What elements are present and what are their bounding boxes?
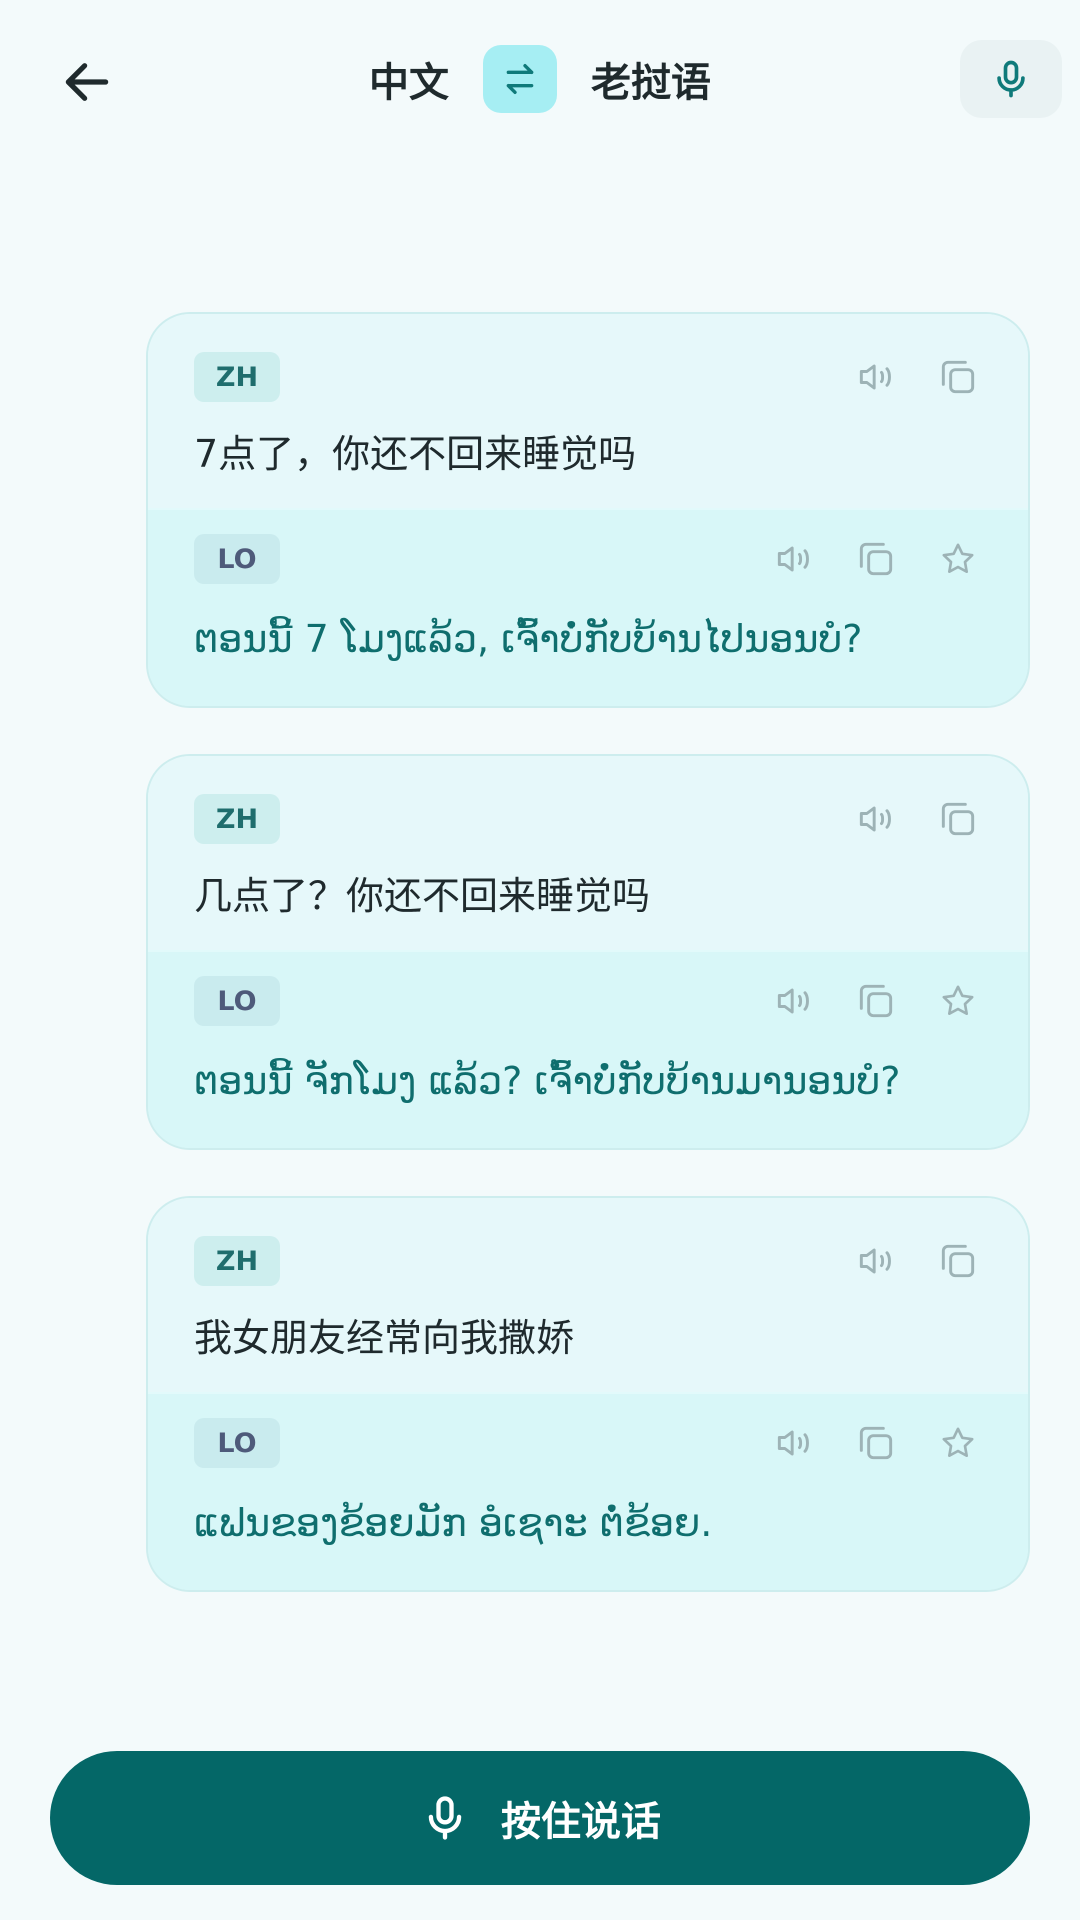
- copy-icon: [859, 1426, 893, 1460]
- hold-to-speak-label: 按住说话: [501, 1799, 661, 1845]
- hold-to-speak-button[interactable]: 按住说话: [50, 1751, 1030, 1885]
- target-language-badge: LO: [194, 1418, 280, 1468]
- translation-text: ແຟນຂອງຂ້ອຍມັກ ອໍເຊາະ ຕໍ່ຂ້ອຍ.: [194, 1501, 713, 1545]
- speaker-icon: [777, 1430, 809, 1456]
- favorite-button[interactable]: [934, 1419, 982, 1467]
- translation-card: ZH 几点了？你还不回来睡觉吗 LO ຕອນນີ້ ຈັກໂມງ ແລ້ວ? ເ…: [146, 754, 1030, 1150]
- copy-translation-button[interactable]: [852, 535, 900, 583]
- speaker-icon: [777, 988, 809, 1014]
- copy-translation-button[interactable]: [852, 1419, 900, 1467]
- favorite-button[interactable]: [934, 535, 982, 583]
- copy-source-button[interactable]: [934, 353, 982, 401]
- target-language-badge: LO: [194, 976, 280, 1026]
- copy-icon: [941, 1244, 975, 1278]
- conversation-list: ZH 7点了，你还不回来睡觉吗 LO ຕອນນີ້ 7 ໂມງແລ້ວ, ເຈົ…: [146, 312, 1030, 1638]
- speak-source-button[interactable]: [852, 353, 900, 401]
- copy-icon: [859, 984, 893, 1018]
- speak-translation-button[interactable]: [770, 1419, 818, 1467]
- microphone-icon: [997, 60, 1025, 98]
- star-icon: [942, 985, 974, 1015]
- target-language-label[interactable]: 老挝语: [591, 50, 711, 108]
- source-text: 7点了，你还不回来睡觉吗: [194, 432, 637, 476]
- source-actions: [852, 1237, 982, 1285]
- swap-languages-button[interactable]: [483, 45, 557, 113]
- speaker-icon: [859, 806, 891, 832]
- translation-text: ຕອນນີ້ ຈັກໂມງ ແລ້ວ? ເຈົ້າບໍ່ກັບບ້ານມານອນ…: [194, 1059, 901, 1103]
- copy-icon: [941, 360, 975, 394]
- source-actions: [852, 353, 982, 401]
- language-switcher: 中文 老挝语: [0, 44, 1080, 114]
- translation-card: ZH 我女朋友经常向我撒娇 LO ແຟນຂອງຂ້ອຍມັກ ອໍເຊາະ ຕໍ…: [146, 1196, 1030, 1592]
- copy-icon: [859, 542, 893, 576]
- speak-source-button[interactable]: [852, 795, 900, 843]
- translation-actions: [770, 535, 982, 583]
- top-bar: 中文 老挝语: [0, 0, 1080, 170]
- translation-text: ຕອນນີ້ 7 ໂມງແລ້ວ, ເຈົ້າບໍ່ກັບບ້ານໄປນອນບໍ…: [194, 617, 863, 661]
- source-language-badge: ZH: [194, 794, 280, 844]
- translation-section: LO: [148, 1392, 1028, 1590]
- speaker-icon: [859, 1248, 891, 1274]
- source-text: 几点了？你还不回来睡觉吗: [194, 874, 651, 918]
- source-language-label[interactable]: 中文: [369, 50, 449, 108]
- copy-icon: [941, 802, 975, 836]
- source-section: ZH 几点了？你还不回来睡觉吗: [148, 756, 1028, 950]
- swap-arrows-icon: [506, 64, 534, 95]
- source-section: ZH 7点了，你还不回来睡觉吗: [148, 314, 1028, 508]
- translation-actions: [770, 977, 982, 1025]
- speak-source-button[interactable]: [852, 1237, 900, 1285]
- speaker-icon: [777, 546, 809, 572]
- source-language-badge: ZH: [194, 1236, 280, 1286]
- source-section: ZH 我女朋友经常向我撒娇: [148, 1198, 1028, 1392]
- source-actions: [852, 795, 982, 843]
- speaker-icon: [859, 364, 891, 390]
- source-text: 我女朋友经常向我撒娇: [194, 1316, 575, 1360]
- copy-source-button[interactable]: [934, 1237, 982, 1285]
- star-icon: [942, 543, 974, 573]
- speak-translation-button[interactable]: [770, 977, 818, 1025]
- microphone-icon: [428, 1796, 462, 1840]
- source-language-badge: ZH: [194, 352, 280, 402]
- voice-mode-button[interactable]: [960, 40, 1062, 118]
- speak-translation-button[interactable]: [770, 535, 818, 583]
- copy-source-button[interactable]: [934, 795, 982, 843]
- translation-section: LO: [148, 950, 1028, 1148]
- translation-section: LO: [148, 508, 1028, 706]
- favorite-button[interactable]: [934, 977, 982, 1025]
- translation-actions: [770, 1419, 982, 1467]
- translation-card: ZH 7点了，你还不回来睡觉吗 LO ຕອນນີ້ 7 ໂມງແລ້ວ, ເຈົ…: [146, 312, 1030, 708]
- copy-translation-button[interactable]: [852, 977, 900, 1025]
- star-icon: [942, 1427, 974, 1457]
- target-language-badge: LO: [194, 534, 280, 584]
